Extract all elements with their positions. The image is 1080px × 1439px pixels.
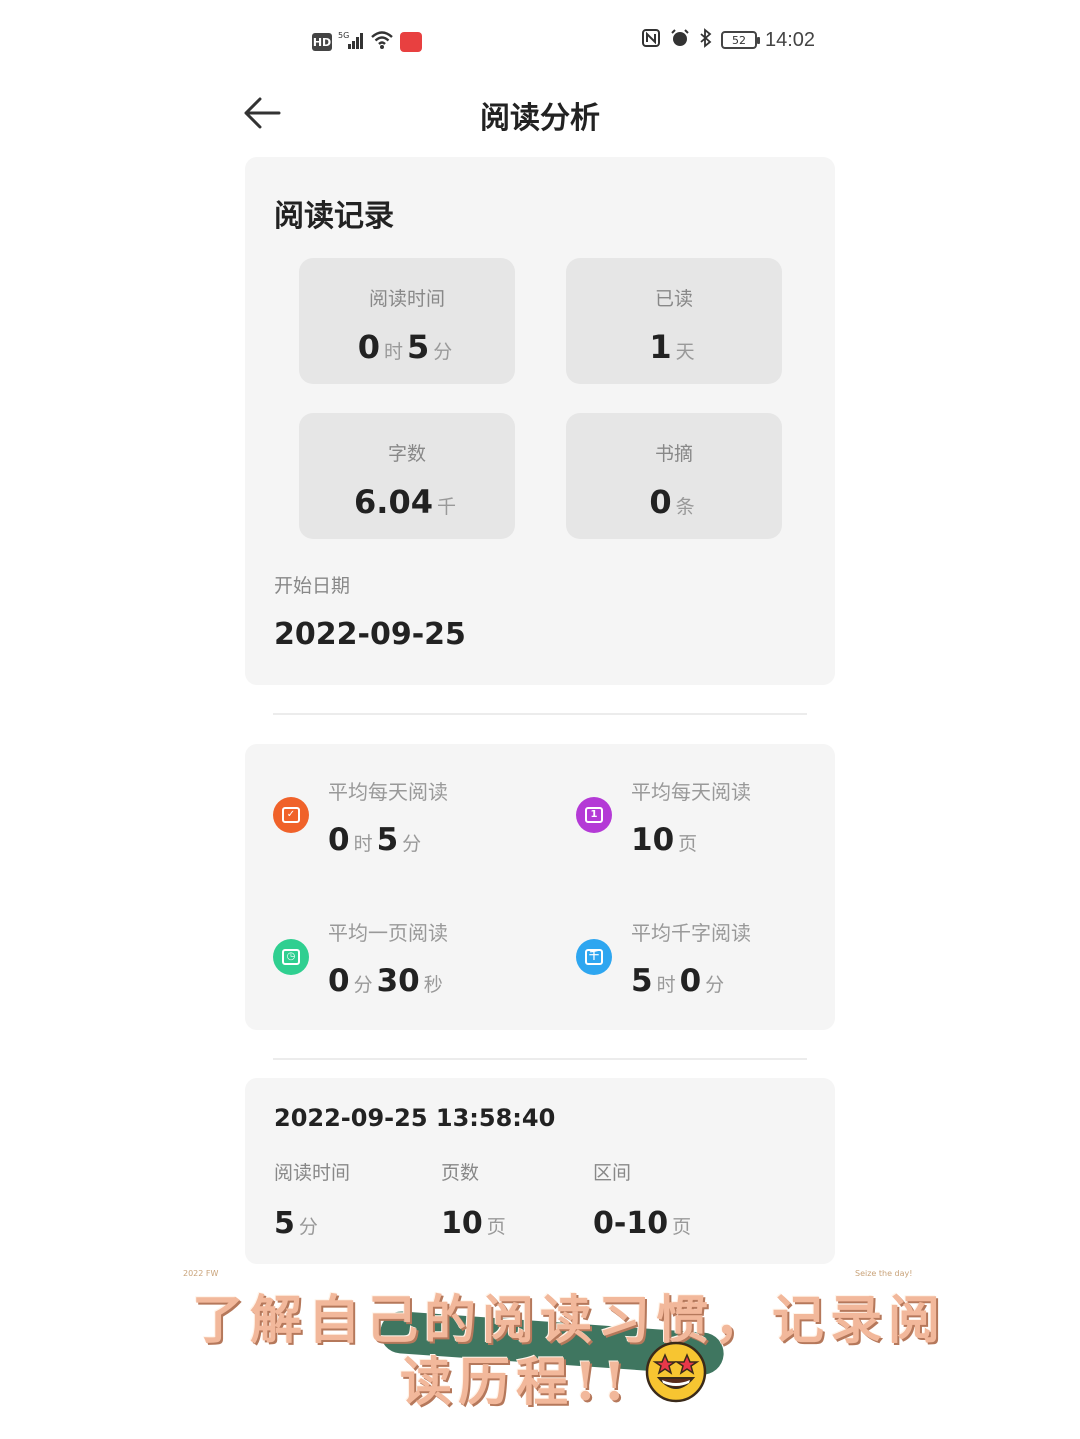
start-date-label: 开始日期 [274,575,351,597]
session-pages-label: 页数 [441,1162,480,1184]
value-unit: 千 [436,496,456,518]
status-bar: HD 5G 52 14:02 [0,22,1080,62]
session-range-value: 0-10 页 [593,1206,695,1241]
avg-daily-time-value: 0时5分 [328,822,425,858]
value-unit: 页 [678,833,698,855]
value-number: 10 [441,1206,483,1241]
value-unit: 分 [353,974,373,996]
value-unit: 分 [402,833,422,855]
value-number: 5 [631,963,653,999]
session-time-value: 5分 [274,1206,322,1241]
value-unit: 分 [433,341,453,363]
status-right: 52 14:02 [641,28,815,52]
nfc-icon [641,28,661,52]
session-datetime: 2022-09-25 13:58:40 [274,1104,556,1132]
bluetooth-icon [699,28,713,52]
tile-value: 0时5分 [299,328,515,366]
overlay-caption: 了解自己的阅读习惯，记录阅 读历程!! [180,1278,940,1428]
divider [273,1058,807,1060]
thousand-words-icon: 千 [576,939,612,975]
session-record-card[interactable]: 2022-09-25 13:58:40 阅读时间 5分 页数 10 页 区间 0-… [245,1078,835,1264]
status-left: HD 5G [312,30,422,54]
signal-icon: 5G [338,30,364,54]
session-range-label: 区间 [593,1162,632,1184]
tile-excerpts: 书摘 0条 [566,413,782,539]
value-number: 1 [649,328,672,366]
overlay-caption-line2: 读历程!! [400,1352,632,1413]
session-time-label: 阅读时间 [274,1162,351,1184]
alarm-icon [669,28,691,52]
tile-word-count: 字数 6.04 千 [299,413,515,539]
value-number: 5 [274,1206,295,1241]
value-unit: 时 [383,341,403,363]
value-unit: 天 [675,341,695,363]
calendar-check-icon: ✓ [273,797,309,833]
value-number: 30 [376,963,420,999]
value-number: 0 [328,963,350,999]
value-unit: 页 [486,1216,506,1238]
tile-label: 字数 [387,443,426,465]
avg-thousand-words-value: 5时0分 [631,963,728,999]
reading-record-title: 阅读记录 [274,199,394,234]
calendar-day-icon: 1 [576,797,612,833]
tile-label: 阅读时间 [368,288,445,310]
value-number: 5 [376,822,399,858]
corner-caption-right: Seize the day! [855,1269,913,1278]
hd-icon: HD [312,33,332,51]
divider [273,713,807,715]
session-pages-value: 10 页 [441,1206,510,1241]
page-clock-icon: ◷ [273,939,309,975]
value-number: 0 [328,822,350,858]
tile-value: 6.04 千 [299,483,515,521]
wifi-icon [370,30,394,54]
value-unit: 页 [672,1216,692,1238]
start-date-value: 2022-09-25 [274,617,466,652]
avg-daily-time-label: 平均每天阅读 [328,780,448,804]
tile-value: 0条 [566,483,782,521]
tile-days-read: 已读 1天 [566,258,782,384]
corner-caption-left: 2022 FW [183,1269,219,1278]
tile-value: 1天 [566,328,782,366]
clock-time: 14:02 [765,28,816,51]
avg-page-time-value: 0 分 30 秒 [328,963,447,999]
value-unit: 时 [656,974,676,996]
tile-reading-time: 阅读时间 0时5分 [299,258,515,384]
value-number: 0 [357,328,380,366]
value-number: 0 [649,483,672,521]
battery-icon: 52 [721,31,760,49]
svg-text:5G: 5G [338,31,349,40]
averages-card: ✓ 平均每天阅读 0时5分 1 平均每天阅读 10 页 ◷ 平均一页阅读 0 分 30… [245,744,835,1030]
value-unit: 分 [298,1216,318,1238]
avg-page-time-label: 平均一页阅读 [328,921,448,945]
avg-daily-pages-value: 10 页 [631,822,701,858]
value-number: 6.04 [354,483,433,521]
value-unit: 分 [705,974,725,996]
value-unit: 秒 [423,974,443,996]
value-unit: 条 [675,496,695,518]
app-notification-icon [400,32,422,52]
tile-label: 书摘 [654,443,693,465]
value-number: 0-10 [593,1206,669,1241]
page-title: 阅读分析 [480,101,600,136]
avg-daily-pages-label: 平均每天阅读 [631,780,751,804]
nav-bar: 阅读分析 [0,85,1080,141]
reading-record-card: 阅读记录 阅读时间 0时5分 已读 1天 字数 6.04 千 书摘 0条 开始日期… [245,157,835,685]
avg-thousand-words-label: 平均千字阅读 [631,921,751,945]
tile-label: 已读 [654,288,693,310]
value-number: 5 [407,328,430,366]
star-struck-emoji-icon [644,1340,708,1404]
value-unit: 时 [353,833,373,855]
value-number: 10 [631,822,675,858]
value-number: 0 [679,963,702,999]
